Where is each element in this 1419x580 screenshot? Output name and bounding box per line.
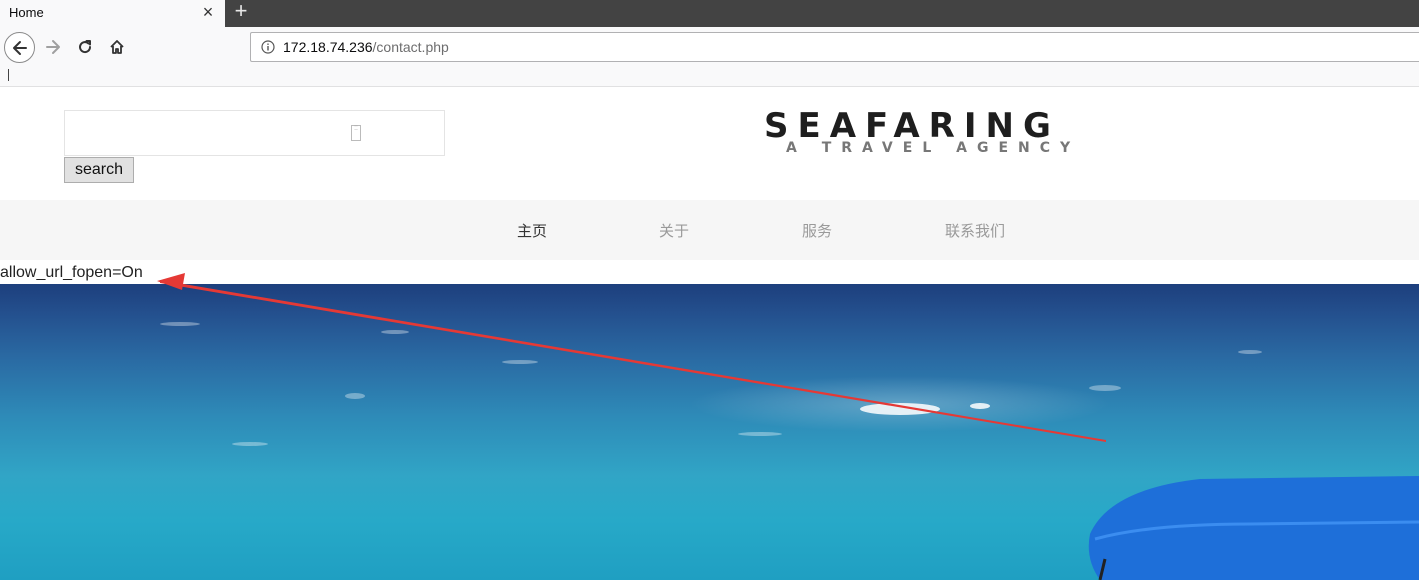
url-text: 172.18.74.236/contact.php [283,39,449,55]
navigation-toolbar: 172.18.74.236/contact.php [0,27,1419,87]
menu-item-contact[interactable]: 联系我们 [945,220,1005,241]
input-widget-icon: ⁚⁚ [351,125,361,141]
tab-title: Home [9,5,44,20]
forward-arrow-icon [46,40,60,54]
new-tab-icon[interactable]: + [229,0,253,24]
home-icon [110,40,124,54]
search-button[interactable]: search [64,157,134,183]
info-icon[interactable] [261,40,275,54]
menu-item-about[interactable]: 关于 [659,220,689,241]
close-tab-icon[interactable]: × [200,1,216,23]
reload-button[interactable] [71,33,99,61]
address-bar[interactable]: 172.18.74.236/contact.php [250,32,1419,62]
menu-item-home[interactable]: 主页 [517,220,547,241]
tab-strip: Home × + [0,0,1419,27]
text-cursor [8,69,9,81]
menu-item-services[interactable]: 服务 [802,220,832,241]
main-menu: 主页 关于 服务 联系我们 [0,200,1419,260]
boat-canopy [1088,476,1419,580]
php-output-text: allow_url_fopen=On [0,264,143,281]
back-button[interactable] [4,32,35,63]
web-page: ⁚⁚ search SEAFARING A TRAVEL AGENCY 主页 关… [0,87,1419,580]
sea-waves-illustration [160,322,1419,580]
home-button[interactable] [103,33,131,61]
reload-icon [79,40,92,54]
back-arrow-icon [12,40,27,55]
forward-button[interactable] [39,33,67,61]
tab-home[interactable]: Home × [0,0,225,27]
url-host: 172.18.74.236 [283,39,373,55]
search-input[interactable]: ⁚⁚ [64,110,445,156]
url-path: /contact.php [372,39,449,55]
hero-sea-image [0,284,1419,580]
logo-subtitle: A TRAVEL AGENCY [786,140,1081,156]
